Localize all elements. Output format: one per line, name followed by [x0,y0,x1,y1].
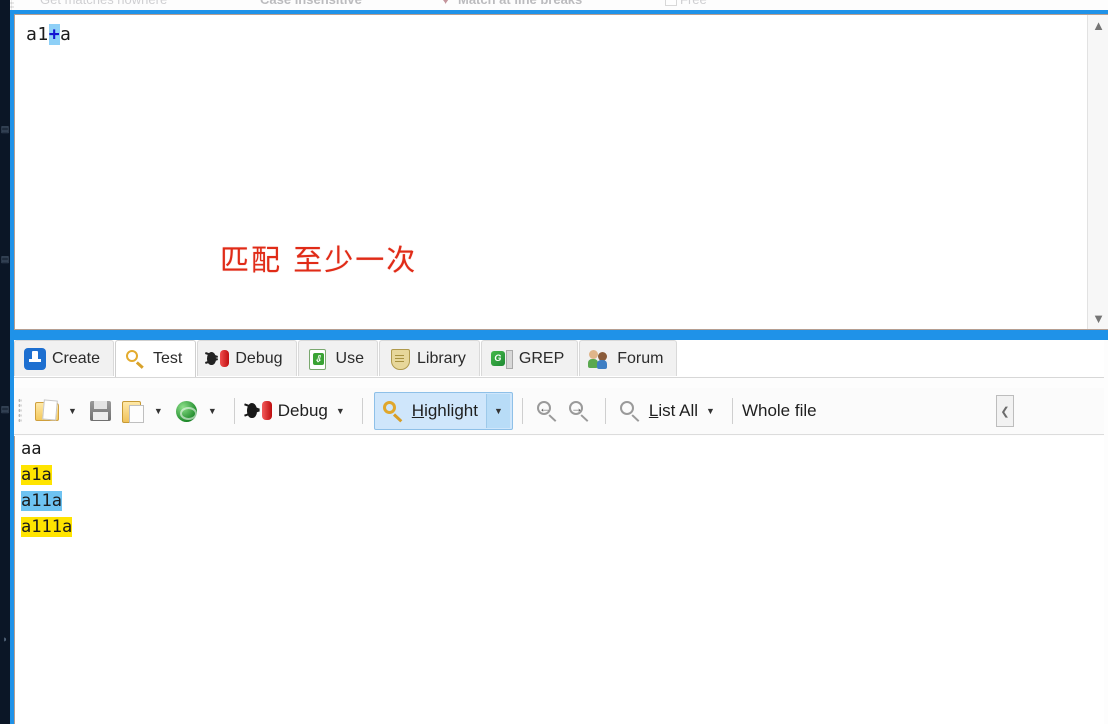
tab-grep[interactable]: G GREP [480,340,579,376]
tab-test-label: Test [153,350,183,367]
dock-icon-1[interactable]: ▤ [0,120,10,138]
toolbar-separator-4 [604,398,606,424]
option-checkbox[interactable] [665,0,677,6]
paste-button[interactable] [117,394,149,428]
tab-debug[interactable]: Debug [197,340,297,376]
debug-button-label: Debug [277,401,328,420]
pattern-selected-token: + [48,24,61,45]
regex-editor[interactable]: a1+a 匹配 至少一次 ▲ ▼ [14,14,1108,330]
find-next-button[interactable]: → [564,394,596,428]
regex-pattern-text[interactable]: a1+a [26,24,71,45]
debug-dropdown-caret-icon[interactable]: ▼ [336,406,345,416]
magnifier-icon [125,348,147,370]
regex-editor-frame: a1+a 匹配 至少一次 ▲ ▼ [10,10,1108,334]
create-icon [24,347,46,370]
scope-label[interactable]: Whole file [742,401,817,421]
debug-button[interactable]: Debug [244,394,331,428]
floppy-disk-icon [88,398,114,424]
result-text-2: a11a [21,491,62,511]
toolbar-separator-2 [361,398,363,424]
chevron-up-icon[interactable]: ▲ [1088,15,1108,36]
dock-icon-4[interactable]: ◗ [0,630,10,648]
dock-icon-3[interactable]: ▤ [0,400,10,418]
tab-library-label: Library [416,349,466,367]
list-all-magnifier-icon [618,398,644,424]
splitter-handle[interactable]: ❮ [996,395,1014,427]
use-page-icon: ⇩ [308,348,330,370]
chevron-down-icon[interactable]: ▼ [1088,308,1108,329]
open-file-button[interactable] [31,394,63,428]
main-tabbar: Create Test Debug ⇩ Use Library G GREP F… [14,340,1104,378]
result-text-1: a1a [21,465,52,485]
list-item[interactable]: a1a [15,462,1104,488]
highlight-dropdown-caret-icon[interactable]: ▼ [485,394,510,428]
browser-dropdown-caret-icon[interactable]: ▼ [208,406,217,416]
tab-create[interactable]: Create [14,340,115,376]
result-text-3: a111a [21,517,73,537]
tab-debug-label: Debug [235,349,283,367]
list-item[interactable]: aa [15,436,1104,462]
toolbar-separator-5 [731,398,733,424]
debug-bug-icon [207,348,230,370]
list-item[interactable]: a111a [15,514,1104,540]
list-item[interactable]: a11a [15,488,1104,514]
tab-use[interactable]: ⇩ Use [297,340,378,376]
tab-forum-label: Forum [617,349,664,367]
open-folder-icon [34,398,60,424]
paste-dropdown-caret-icon[interactable]: ▼ [154,406,163,416]
option-checkbox-label[interactable]: Free [680,0,707,7]
forum-people-icon [588,348,611,370]
tab-use-label: Use [335,349,364,367]
regexbuddy-window: ▤ ▤ ▤ ◗ Get matches nowhere Case insensi… [0,0,1108,724]
test-toolbar: ▼ ▼ ▼ Debug ▼ Highlight ▼ ← → List All ▼… [14,388,1104,435]
editor-scrollbar[interactable]: ▲ ▼ [1087,15,1108,329]
result-text-0: aa [21,439,42,459]
tab-forum[interactable]: Forum [579,340,678,376]
globe-icon [174,398,200,424]
clipboard-icon [120,398,146,424]
pattern-prefix: a1 [26,24,49,45]
debug-bug-icon [246,398,273,424]
annotation-text: 匹配 至少一次 [220,243,418,277]
tab-library[interactable]: Library [378,340,480,376]
tab-grep-label: GREP [518,349,565,367]
list-all-label: List All [648,401,699,420]
match-marker-icon: ♥ [442,0,450,7]
list-all-dropdown-caret-icon[interactable]: ▼ [706,406,715,416]
highlight-magnifier-icon [381,398,407,424]
frame-bar-left [10,340,14,724]
highlight-button[interactable]: Highlight ▼ [373,392,513,430]
grep-icon: G [490,348,513,370]
toolbar-separator-1 [233,398,235,424]
toolbar-grip[interactable] [18,398,22,424]
option-label-1[interactable]: Case insensitive [260,0,362,7]
list-all-button[interactable]: List All [615,394,701,428]
left-dock-strip[interactable]: ▤ ▤ ▤ ◗ [0,0,10,724]
toolbar-separator-3 [521,398,523,424]
find-previous-button[interactable]: ← [532,394,564,428]
find-next-icon: → [567,398,593,424]
open-file-dropdown-caret-icon[interactable]: ▼ [68,406,77,416]
library-shield-icon [389,348,411,370]
frame-bar-under-editor [10,334,1108,340]
pattern-suffix: a [60,24,72,45]
highlight-button-label: Highlight [411,401,478,420]
tab-create-label: Create [52,349,101,367]
save-file-button[interactable] [85,394,117,428]
dock-icon-2[interactable]: ▤ [0,250,10,268]
open-in-browser-button[interactable] [171,394,203,428]
option-label-0[interactable]: Get matches nowhere [40,0,167,7]
find-previous-icon: ← [535,398,561,424]
test-subject-pane[interactable]: aa a1a a11a a111a [14,436,1104,724]
option-label-2[interactable]: Match at line breaks [458,0,582,7]
tab-test[interactable]: Test [115,340,197,377]
